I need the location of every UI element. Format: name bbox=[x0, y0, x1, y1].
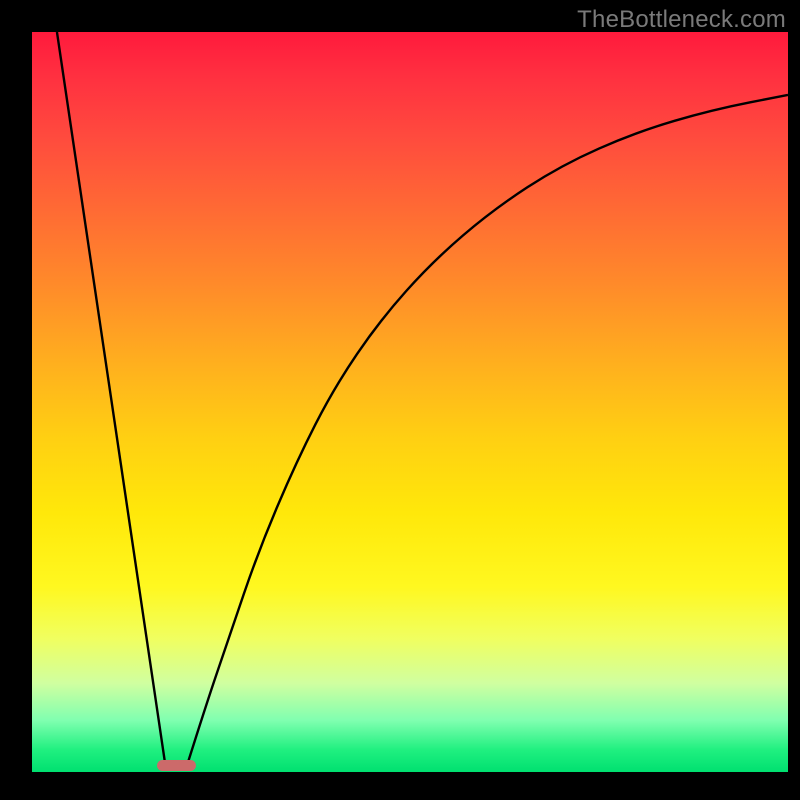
bottleneck-marker bbox=[157, 760, 196, 770]
watermark-text: TheBottleneck.com bbox=[577, 6, 786, 34]
curves-svg bbox=[32, 32, 788, 772]
plot-area bbox=[32, 32, 788, 772]
chart-frame: TheBottleneck.com bbox=[0, 0, 800, 800]
left-line bbox=[57, 32, 165, 763]
right-curve bbox=[188, 95, 788, 763]
